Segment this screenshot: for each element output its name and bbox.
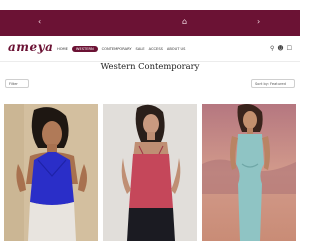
chevron-left-icon[interactable]: ‹ [38,17,41,27]
nav-sale[interactable]: SALE [136,47,145,51]
brand-logo[interactable]: ameya [8,40,53,54]
nav-contemporary[interactable]: CONTEMPORARY [102,47,132,51]
product-image [4,104,98,241]
chevron-right-icon[interactable]: › [257,17,260,27]
product-image [202,104,296,241]
nav-access[interactable]: ACCESS [149,47,163,51]
search-icon[interactable]: ⚲ [270,45,274,52]
nav-home[interactable]: HOME [57,47,68,51]
product-card[interactable] [4,104,98,241]
sort-dropdown[interactable]: Sort by: Featured [251,79,295,88]
product-card[interactable] [103,104,197,241]
cart-icon[interactable]: ☐ [287,45,292,52]
filter-button[interactable]: Filter [5,79,29,88]
home-icon[interactable]: ⌂ [182,17,187,27]
user-icon[interactable]: ☻ [277,45,283,52]
browser-top-strip [0,0,300,10]
product-card[interactable] [202,104,296,241]
announcement-bar: ‹ ⌂ › [0,10,300,36]
site-header: ameya HOME WESTERN CONTEMPORARY SALE ACC… [0,36,300,62]
main-nav: HOME WESTERN CONTEMPORARY SALE ACCESS AB… [57,46,185,52]
nav-western[interactable]: WESTERN [71,46,98,52]
page-title: Western Contemporary [100,61,200,71]
nav-about[interactable]: ABOUT US [167,47,186,51]
header-icons: ⚲ ☻ ☐ [270,45,292,52]
product-image [103,104,197,241]
